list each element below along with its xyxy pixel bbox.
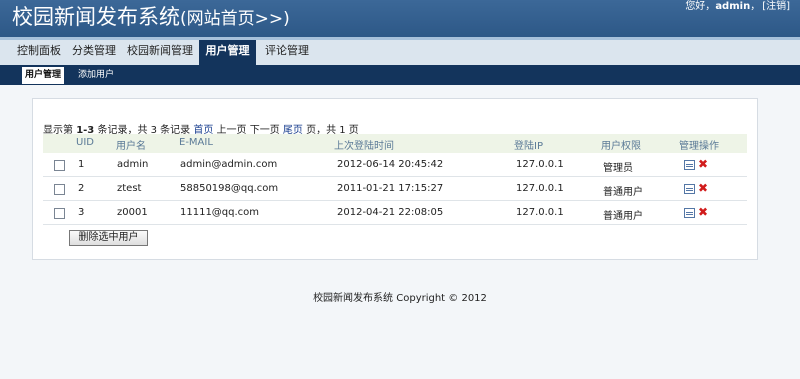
edit-icon[interactable]	[684, 184, 695, 194]
column-header-uid: UID	[76, 137, 94, 148]
tab-users[interactable]: 用户管理	[199, 40, 256, 65]
logout-link[interactable]: [注销]	[762, 1, 790, 12]
site-title-text: 校园新闻发布系统	[12, 5, 180, 29]
header-bar: 校园新闻发布系统(网站首页>>) 您好，admin， [注销]	[0, 0, 800, 37]
cell-email: 58850198@qq.com	[180, 183, 279, 194]
sub-nav: 用户管理 添加用户	[0, 65, 800, 85]
cell-username: ztest	[117, 183, 142, 194]
site-title: 校园新闻发布系统(网站首页>>)	[12, 3, 290, 33]
column-header-username: 用户名	[116, 141, 146, 152]
tab-dashboard[interactable]: 控制面板	[14, 40, 64, 65]
row-checkbox[interactable]	[54, 160, 65, 171]
cell-ip: 127.0.0.1	[516, 159, 564, 170]
cell-email: 11111@qq.com	[180, 207, 260, 218]
cell-ip: 127.0.0.1	[516, 183, 564, 194]
delete-icon[interactable]: ✖	[698, 205, 708, 220]
row-checkbox[interactable]	[54, 184, 65, 195]
tab-comments[interactable]: 评论管理	[262, 40, 312, 65]
column-header-last-login: 上次登陆时间	[334, 141, 394, 152]
column-header-actions: 管理操作	[679, 141, 719, 152]
footer-copyright: 校园新闻发布系统 Copyright © 2012	[313, 293, 487, 304]
cell-role: 管理员	[603, 163, 633, 174]
cell-uid: 2	[78, 183, 85, 194]
main-nav: 控制面板 分类管理 校园新闻管理 用户管理 评论管理	[0, 40, 800, 65]
table-row: 1 admin admin@admin.com 2012-06-14 20:45…	[43, 153, 747, 177]
cell-email: admin@admin.com	[180, 159, 278, 170]
table-row: 3 z0001 11111@qq.com 2012-04-21 22:08:05…	[43, 201, 747, 225]
subtab-user-management[interactable]: 用户管理	[22, 67, 65, 84]
cell-username: z0001	[117, 207, 148, 218]
column-header-email: E-MAIL	[179, 137, 213, 148]
subtab-add-user[interactable]: 添加用户	[78, 67, 114, 84]
cell-uid: 3	[78, 207, 85, 218]
cell-last-login: 2012-06-14 20:45:42	[337, 159, 444, 170]
current-username: admin	[715, 1, 751, 12]
delete-selected-button[interactable]: 删除选中用户	[69, 230, 148, 246]
greeting-text: 您好，	[685, 1, 716, 12]
edit-icon[interactable]	[684, 208, 695, 218]
edit-icon[interactable]	[684, 160, 695, 170]
cell-ip: 127.0.0.1	[516, 207, 564, 218]
table-header: UID 用户名 E-MAIL 上次登陆时间 登陆IP 用户权限 管理操作	[43, 134, 747, 153]
cell-role: 普通用户	[603, 211, 643, 222]
tab-categories[interactable]: 分类管理	[69, 40, 119, 65]
home-link[interactable]: (网站首页>>)	[180, 9, 290, 29]
column-header-role: 用户权限	[601, 141, 641, 152]
cell-uid: 1	[78, 159, 85, 170]
user-list-panel: 显示第 1-3 条记录，共 3 条记录 首页 上一页 下一页 尾页 页，共 1 …	[32, 98, 758, 260]
column-header-ip: 登陆IP	[514, 141, 543, 152]
row-checkbox[interactable]	[54, 208, 65, 219]
table-row: 2 ztest 58850198@qq.com 2011-01-21 17:15…	[43, 177, 747, 201]
cell-last-login: 2011-01-21 17:15:27	[337, 183, 444, 194]
user-info: 您好，admin， [注销]	[685, 0, 790, 13]
greeting-suffix: ，	[750, 1, 761, 12]
cell-username: admin	[117, 159, 149, 170]
cell-last-login: 2012-04-21 22:08:05	[337, 207, 444, 218]
cell-role: 普通用户	[603, 187, 643, 198]
tab-news[interactable]: 校园新闻管理	[125, 40, 195, 65]
delete-icon[interactable]: ✖	[698, 157, 708, 172]
delete-icon[interactable]: ✖	[698, 181, 708, 196]
